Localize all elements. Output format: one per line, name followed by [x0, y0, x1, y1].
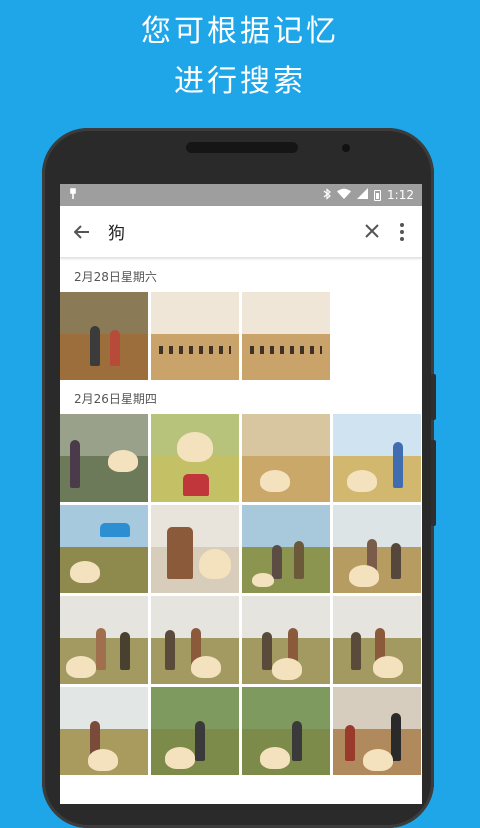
photo-thumbnail[interactable]: [333, 505, 421, 593]
close-icon[interactable]: [352, 219, 392, 244]
photo-thumbnail[interactable]: [242, 292, 330, 380]
more-vert-icon[interactable]: [392, 222, 412, 241]
photo-thumbnail[interactable]: [151, 687, 239, 775]
promo-title-line1: 您可根据记忆: [141, 14, 339, 49]
phone-speaker: [186, 142, 298, 153]
photo-thumbnail[interactable]: [333, 414, 421, 502]
photo-grid: [60, 292, 422, 380]
photo-thumbnail[interactable]: [151, 505, 239, 593]
phone-screen: 1:12 狗 2月28日星期六 2月26日星期四: [60, 184, 422, 804]
usb-icon: [68, 187, 78, 203]
photo-thumbnail[interactable]: [242, 505, 330, 593]
photo-thumbnail[interactable]: [151, 414, 239, 502]
photo-thumbnail[interactable]: [151, 292, 239, 380]
promo-title-line2: 进行搜索: [174, 64, 306, 99]
photo-thumbnail[interactable]: [242, 687, 330, 775]
search-bar: 狗: [60, 206, 422, 258]
photo-thumbnail[interactable]: [333, 687, 421, 775]
photo-thumbnail[interactable]: [151, 596, 239, 684]
phone-camera: [342, 144, 350, 152]
photo-thumbnail[interactable]: [60, 505, 148, 593]
battery-icon: [374, 189, 382, 201]
photo-thumbnail[interactable]: [242, 414, 330, 502]
bluetooth-icon: [323, 187, 331, 203]
photo-thumbnail[interactable]: [60, 292, 148, 380]
phone-frame: 1:12 狗 2月28日星期六 2月26日星期四: [42, 128, 436, 828]
signal-icon: [357, 188, 369, 202]
photo-thumbnail[interactable]: [60, 596, 148, 684]
arrow-left-icon[interactable]: [73, 220, 108, 244]
photo-thumbnail[interactable]: [242, 596, 330, 684]
photo-thumbnail[interactable]: [60, 687, 148, 775]
status-time: 1:12: [387, 188, 414, 202]
photo-thumbnail[interactable]: [60, 414, 148, 502]
status-bar: 1:12: [60, 184, 422, 206]
section-date: 2月26日星期四: [74, 392, 157, 406]
volume-button: [431, 374, 436, 420]
search-query[interactable]: 狗: [108, 219, 352, 244]
photo-grid: [60, 414, 422, 775]
photo-thumbnail[interactable]: [333, 596, 421, 684]
section-date: 2月28日星期六: [74, 270, 157, 284]
power-button: [431, 440, 436, 526]
wifi-icon: [337, 188, 352, 202]
